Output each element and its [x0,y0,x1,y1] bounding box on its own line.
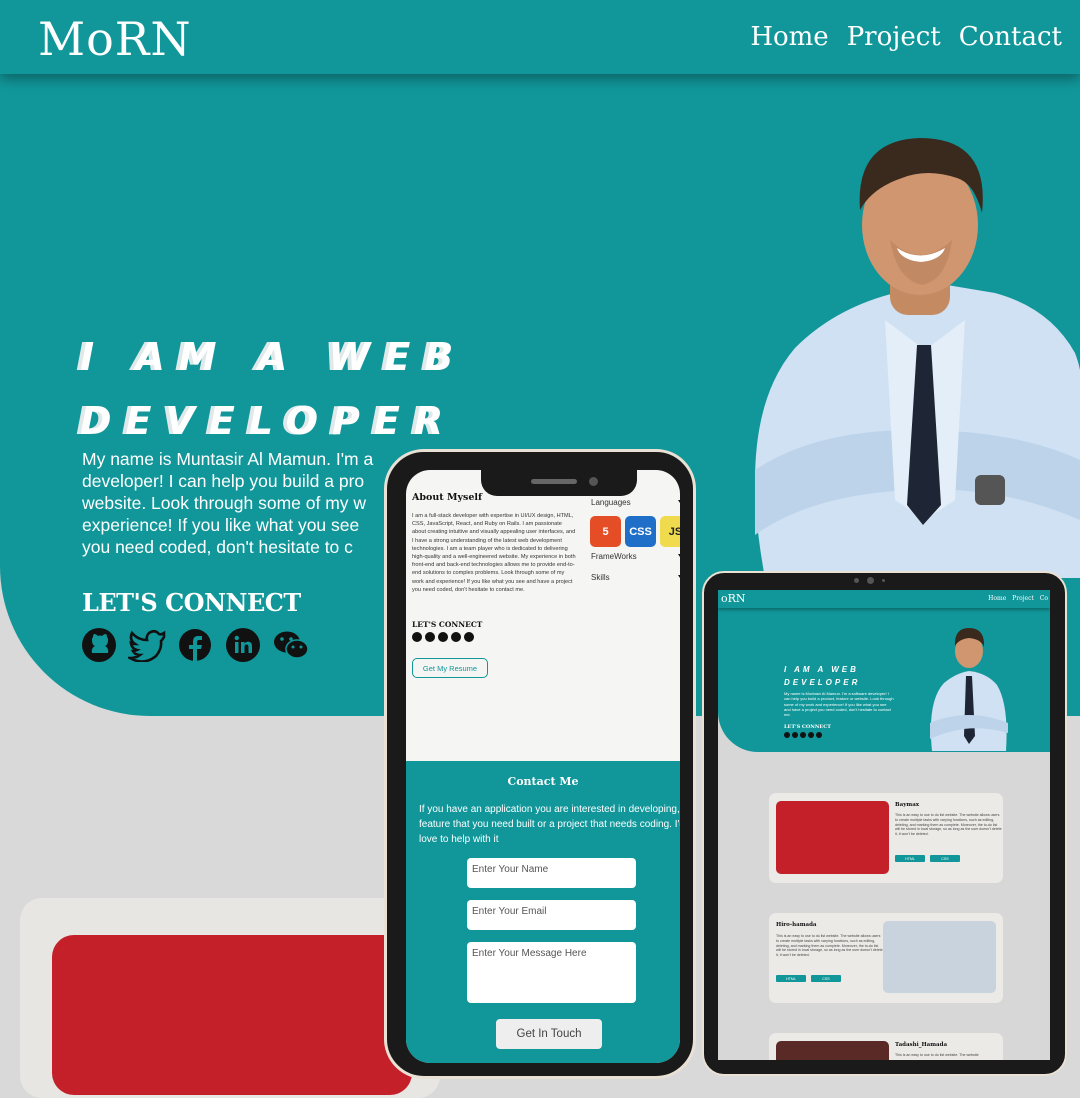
nav-project-link[interactable]: Project [1012,595,1034,602]
developer-photo [755,138,1080,578]
site-logo[interactable]: oRN [721,592,746,605]
project-card: Hiro-hamada This is an easy to use to do… [769,913,1003,1003]
twitter-icon[interactable] [128,626,166,664]
chevron-down-icon[interactable] [678,554,680,560]
chevron-down-icon[interactable] [678,500,680,506]
frameworks-label[interactable]: FrameWorks [591,552,637,561]
project-title: Tadashi_Hamada [895,1042,948,1048]
facebook-icon[interactable] [176,626,214,664]
headline-line-2: DEVELOPER [80,399,458,443]
github-icon[interactable] [412,632,422,642]
hero-intro: My name is Muntasir Al Mamun. I'm a deve… [82,448,412,558]
headline-line-2: DEVELOPER [784,678,861,687]
nav-home-link[interactable]: Home [750,22,828,52]
project-image [776,1041,889,1060]
tablet-camera [867,577,874,584]
contact-title: Contact Me [507,775,579,788]
name-field[interactable]: Enter Your Name [467,858,636,888]
twitter-icon[interactable] [425,632,435,642]
project-title: Baymax [895,802,920,808]
get-in-touch-button[interactable]: Get In Touch [496,1019,602,1049]
facebook-icon[interactable] [800,732,806,738]
phone-screen: About Myself I am a full-stack developer… [406,470,680,1063]
nav-home-link[interactable]: Home [988,595,1006,602]
project-card: Baymax This is an easy to use to do list… [769,793,1003,883]
hero-headline: I AM A WEB DEVELOPER [80,325,467,453]
html5-icon: 5 [590,516,621,547]
hero-headline: I AM A WEB DEVELOPER [784,663,860,689]
language-icons: 5 CSS JS [590,516,680,547]
contact-text-line: feature that you need built or a project… [419,819,680,830]
site-header: MoRN Home Project Contact [0,0,1080,74]
project-description: This is an easy to use to do list websit… [895,1053,979,1057]
headline-line-1: I AM A WEB [784,665,859,674]
main-nav: Home Project Co [984,595,1048,602]
hero-intro: My name is Muntasir Al Mamun. I'm a soft… [784,691,894,718]
project-title: Hiro-hamada [776,922,817,928]
tablet-mockup: oRN Home Project Co I AM A WEB DEVELOPER… [702,571,1067,1076]
tablet-sensor [882,579,885,582]
project-image [776,801,889,874]
tag-button[interactable]: HTML [776,975,806,982]
about-text: I am a full-stack developer with experti… [412,513,576,593]
tablet-camera [854,578,859,583]
connect-title: LET'S CONNECT [784,724,831,730]
chevron-down-icon[interactable] [678,575,680,581]
email-field[interactable]: Enter Your Email [467,900,636,930]
nav-contact-link[interactable]: Co [1040,595,1048,602]
tag-button[interactable]: CSS [811,975,841,982]
site-logo[interactable]: MoRN [38,12,192,66]
wechat-icon[interactable] [272,626,310,664]
social-links [80,626,310,664]
resume-button[interactable]: Get My Resume [412,658,488,678]
github-icon[interactable] [80,626,118,664]
linkedin-icon[interactable] [808,732,814,738]
skills-label[interactable]: Skills [591,573,610,582]
connect-title: LET'S CONNECT [82,588,301,617]
wechat-icon[interactable] [464,632,474,642]
intro-line: you need coded, don't hesitate to c [82,537,353,557]
developer-photo [930,628,1008,751]
contact-section: Contact Me If you have an application yo… [406,761,680,1063]
css3-icon: CSS [625,516,656,547]
project-image [52,935,412,1095]
contact-text-line: love to help with it [419,834,499,845]
contact-text-line: If you have an application you are inter… [419,804,680,815]
facebook-icon[interactable] [438,632,448,642]
intro-line: developer! I can help you build a pro [82,471,365,491]
github-icon[interactable] [784,732,790,738]
nav-project-link[interactable]: Project [847,22,941,52]
project-description: This is an easy to use to do list websit… [895,813,1002,837]
social-links [412,632,474,642]
project-description: This is an easy to use to do list websit… [776,934,883,958]
tag-button[interactable]: CSS [930,855,960,862]
intro-line: My name is Muntasir Al Mamun. I'm a [82,449,374,469]
about-title: About Myself [412,492,483,503]
linkedin-icon[interactable] [451,632,461,642]
message-field[interactable]: Enter Your Message Here [467,942,636,1003]
site-header: oRN Home Project Co [718,590,1050,608]
wechat-icon[interactable] [816,732,822,738]
intro-line: experience! If you like what you see [82,515,360,535]
javascript-icon: JS [660,516,680,547]
headline-line-1: I AM A WEB [80,335,468,379]
social-links [784,732,822,738]
main-nav: Home Project Contact [750,22,1062,52]
connect-title: LET'S CONNECT [412,620,483,629]
phone-mockup: About Myself I am a full-stack developer… [384,449,696,1079]
tablet-screen: oRN Home Project Co I AM A WEB DEVELOPER… [718,590,1050,1060]
intro-line: website. Look through some of my w [82,493,367,513]
project-image [883,921,996,993]
tag-button[interactable]: HTML [895,855,925,862]
contact-text: If you have an application you are inter… [419,802,680,847]
project-card: Tadashi_Hamada This is an easy to use to… [769,1033,1003,1060]
languages-label[interactable]: Languages [591,498,631,507]
linkedin-icon[interactable] [224,626,262,664]
nav-contact-link[interactable]: Contact [959,22,1062,52]
twitter-icon[interactable] [792,732,798,738]
phone-notch [481,470,637,496]
